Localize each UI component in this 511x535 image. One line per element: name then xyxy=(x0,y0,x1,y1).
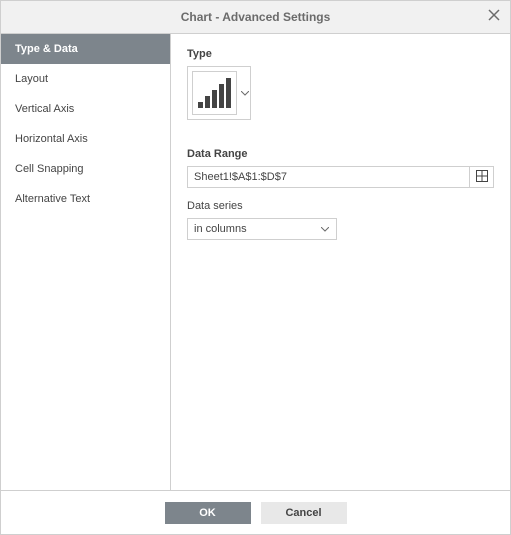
sidebar-item-label: Horizontal Axis xyxy=(15,133,88,145)
data-series-select[interactable]: in columns xyxy=(187,218,337,240)
data-range-input[interactable] xyxy=(188,167,469,187)
dialog-footer: OK Cancel xyxy=(1,490,510,534)
bar-chart-icon xyxy=(192,71,237,115)
chevron-down-icon xyxy=(239,91,250,96)
data-series-value: in columns xyxy=(194,223,320,235)
sidebar-item-layout[interactable]: Layout xyxy=(1,64,170,94)
chevron-down-icon xyxy=(320,227,330,232)
type-section: Type xyxy=(187,48,494,120)
data-range-input-row xyxy=(187,166,494,188)
close-button[interactable] xyxy=(484,7,504,27)
cancel-button[interactable]: Cancel xyxy=(261,502,347,524)
sidebar-item-horizontal-axis[interactable]: Horizontal Axis xyxy=(1,124,170,154)
data-range-label: Data Range xyxy=(187,148,494,160)
sidebar-item-vertical-axis[interactable]: Vertical Axis xyxy=(1,94,170,124)
sidebar: Type & Data Layout Vertical Axis Horizon… xyxy=(1,34,171,490)
dialog-title: Chart - Advanced Settings xyxy=(181,10,331,24)
chart-type-picker[interactable] xyxy=(187,66,251,120)
sidebar-item-type-data[interactable]: Type & Data xyxy=(1,34,170,64)
dialog-body: Type & Data Layout Vertical Axis Horizon… xyxy=(1,34,510,490)
sidebar-item-label: Vertical Axis xyxy=(15,103,74,115)
sidebar-item-label: Layout xyxy=(15,73,48,85)
titlebar: Chart - Advanced Settings xyxy=(1,1,510,34)
data-series-section: Data series in columns xyxy=(187,200,494,240)
close-icon xyxy=(488,8,500,26)
chart-advanced-settings-dialog: Chart - Advanced Settings Type & Data La… xyxy=(0,0,511,535)
type-label: Type xyxy=(187,48,494,60)
select-range-button[interactable] xyxy=(469,167,493,187)
content-panel: Type Data Range xyxy=(171,34,510,490)
sidebar-item-label: Type & Data xyxy=(15,43,78,55)
data-range-section: Data Range xyxy=(187,148,494,188)
select-range-icon xyxy=(476,170,488,185)
ok-button[interactable]: OK xyxy=(165,502,251,524)
sidebar-item-label: Cell Snapping xyxy=(15,163,84,175)
sidebar-item-cell-snapping[interactable]: Cell Snapping xyxy=(1,154,170,184)
sidebar-item-alternative-text[interactable]: Alternative Text xyxy=(1,184,170,214)
data-series-label: Data series xyxy=(187,200,494,212)
sidebar-item-label: Alternative Text xyxy=(15,193,90,205)
